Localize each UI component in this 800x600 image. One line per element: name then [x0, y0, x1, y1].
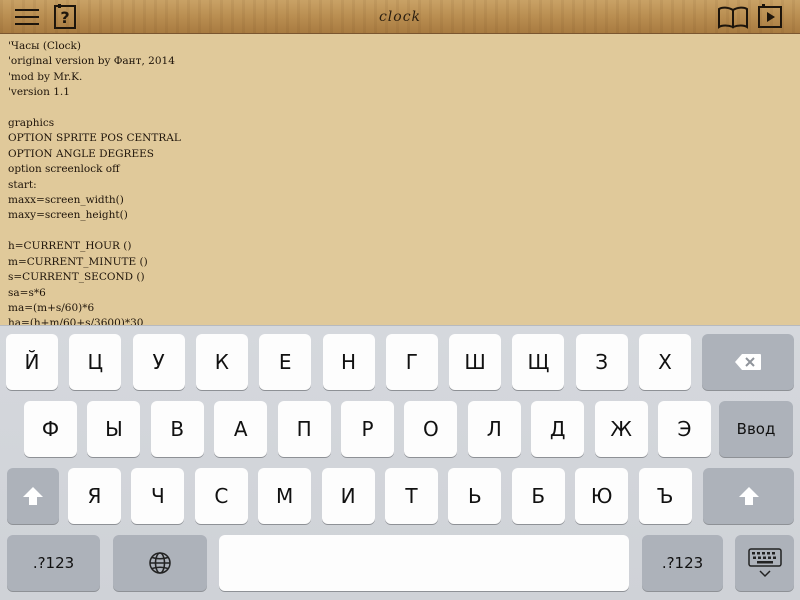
play-icon: [758, 4, 782, 28]
menu-icon: [15, 9, 39, 25]
letter-key[interactable]: Т: [385, 468, 438, 524]
help-icon: ?: [54, 4, 76, 29]
letter-key[interactable]: Я: [68, 468, 121, 524]
shift-icon: [23, 487, 43, 505]
shift-key-right[interactable]: [703, 468, 794, 524]
letter-key[interactable]: Н: [322, 334, 375, 390]
menu-button[interactable]: [12, 3, 42, 31]
book-button[interactable]: [716, 3, 750, 31]
letter-key[interactable]: К: [195, 334, 248, 390]
run-button[interactable]: [756, 3, 786, 31]
toolbar: clock ?: [0, 0, 800, 34]
letter-key[interactable]: Ю: [575, 468, 629, 524]
letter-key[interactable]: И: [321, 468, 375, 524]
letter-key[interactable]: В: [150, 401, 204, 457]
globe-icon: [149, 552, 171, 574]
letter-key[interactable]: Ь: [448, 468, 502, 524]
help-button[interactable]: ?: [52, 3, 80, 31]
letter-key[interactable]: Х: [639, 334, 691, 390]
space-key[interactable]: [219, 535, 629, 591]
letter-key[interactable]: Ш: [449, 334, 502, 390]
letter-key[interactable]: Ъ: [638, 468, 692, 524]
letter-key[interactable]: Ф: [24, 401, 77, 457]
page-title: clock: [378, 9, 422, 25]
shift-icon: [738, 487, 759, 505]
letter-key[interactable]: Э: [658, 401, 711, 457]
code-editor[interactable]: 'Часы (Clock) 'original version by Фант,…: [0, 35, 800, 325]
onscreen-keyboard: ЙЦУКЕНГШЩЗХ ФЫВАПРОЛДЖЭ ЯЧСМИТЬБЮЪ Ввод …: [0, 325, 800, 600]
letter-key[interactable]: Й: [6, 334, 58, 390]
globe-key[interactable]: [113, 535, 207, 591]
letter-key[interactable]: Ы: [87, 401, 141, 457]
svg-text:?: ?: [60, 8, 69, 27]
letter-key[interactable]: О: [404, 401, 458, 457]
keyboard-hide-icon: [747, 548, 782, 578]
code-text[interactable]: 'Часы (Clock) 'original version by Фант,…: [0, 35, 800, 325]
letter-key[interactable]: М: [258, 468, 312, 524]
letter-key[interactable]: С: [194, 468, 248, 524]
letter-key[interactable]: Е: [259, 334, 312, 390]
letter-key[interactable]: П: [277, 401, 331, 457]
letter-key[interactable]: Д: [531, 401, 585, 457]
letter-key[interactable]: Б: [511, 468, 565, 524]
book-icon: [718, 6, 748, 29]
backspace-icon: [735, 354, 761, 370]
letter-key[interactable]: Щ: [512, 334, 565, 390]
letter-key[interactable]: Г: [385, 334, 438, 390]
numbers-key-right[interactable]: .?123: [642, 535, 723, 591]
enter-key[interactable]: Ввод: [719, 401, 793, 457]
shift-key-left[interactable]: [7, 468, 59, 524]
backspace-key[interactable]: [702, 334, 794, 390]
letter-key[interactable]: Л: [467, 401, 521, 457]
letter-key[interactable]: Ч: [131, 468, 185, 524]
numbers-key-left[interactable]: .?123: [7, 535, 100, 591]
hide-keyboard-key[interactable]: [735, 535, 794, 591]
letter-key[interactable]: Ц: [69, 334, 122, 390]
letter-key[interactable]: У: [132, 334, 185, 390]
letter-key[interactable]: А: [214, 401, 268, 457]
letter-key[interactable]: Ж: [594, 401, 648, 457]
letter-key[interactable]: Р: [341, 401, 394, 457]
letter-key[interactable]: З: [575, 334, 628, 390]
